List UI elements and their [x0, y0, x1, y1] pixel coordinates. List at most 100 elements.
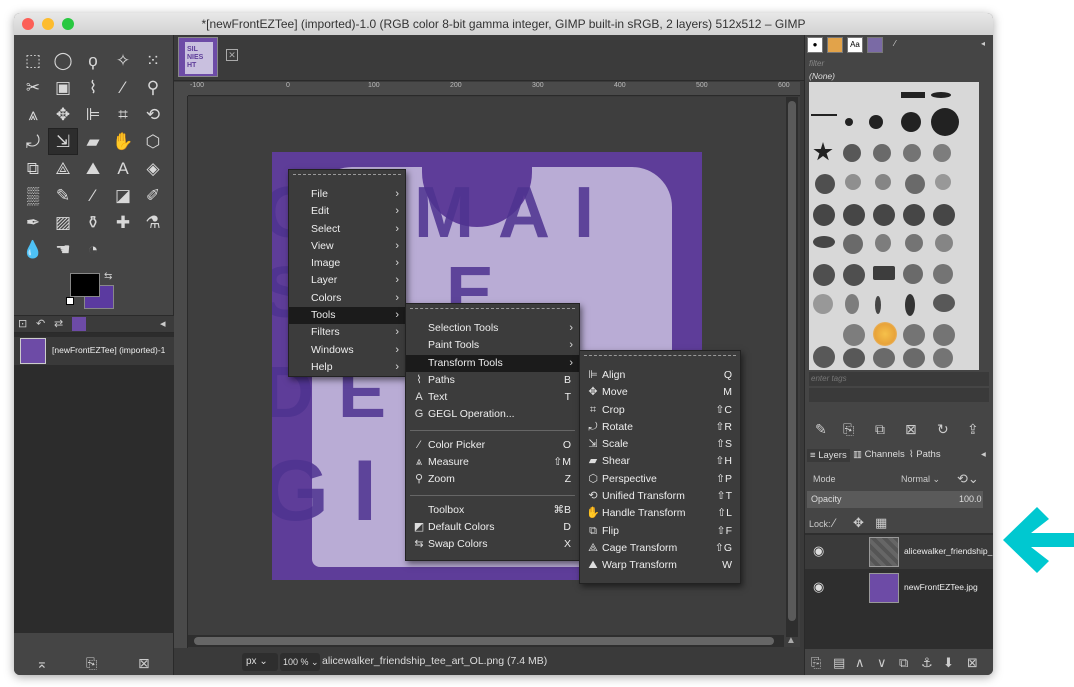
merge-layer-icon[interactable]: ⬇: [943, 655, 954, 671]
perspective-clone-tool-icon[interactable]: ⚗: [138, 209, 168, 236]
blur-tool-icon[interactable]: 💧: [18, 236, 48, 263]
menu-item-image[interactable]: Image ›: [289, 255, 405, 272]
mode-reset-icon[interactable]: ⟲⌄: [957, 471, 979, 487]
menu-item-crop[interactable]: ⌗ Crop ⇧C: [580, 402, 740, 419]
tear-off-line[interactable]: [584, 355, 736, 361]
image-tab[interactable]: SIL NIES HT: [178, 37, 218, 77]
menu-item-gegl-operation[interactable]: G GEGL Operation...: [406, 406, 579, 423]
layer-row[interactable]: ◉ alicewalker_friendship_: [805, 535, 993, 569]
vertical-scrollbar[interactable]: [786, 97, 798, 637]
delete-icon[interactable]: ⊠: [138, 655, 150, 672]
brush-spacing-field[interactable]: [809, 388, 989, 402]
clone-tool-icon[interactable]: ⚱: [78, 209, 108, 236]
menu-item-handle-transform[interactable]: ✋ Handle Transform ⇧L: [580, 505, 740, 522]
menu-item-toolbox[interactable]: Toolbox ⌘B: [406, 502, 579, 519]
menu-item-tools[interactable]: Tools ›: [289, 307, 405, 325]
menu-item-cage-transform[interactable]: ⟁ Cage Transform ⇧G: [580, 540, 740, 557]
scale-tool-icon[interactable]: ⇲: [48, 128, 78, 155]
menu-item-zoom[interactable]: ⚲ Zoom Z: [406, 471, 579, 488]
new-display-icon[interactable]: ⎘: [86, 655, 97, 672]
menu-item-scale[interactable]: ⇲ Scale ⇧S: [580, 436, 740, 453]
lock-pixels-icon[interactable]: ⁄: [833, 516, 835, 530]
refresh-brushes-icon[interactable]: ↻: [937, 421, 949, 438]
layer-row[interactable]: ◉ newFrontEZTee.jpg: [805, 571, 993, 605]
foreground-color-swatch[interactable]: [70, 273, 100, 297]
paintbrush-tool-icon[interactable]: ⁄: [78, 182, 108, 209]
smudge-tool-icon[interactable]: ☚: [48, 236, 78, 263]
zoom-tool-icon[interactable]: ⚲: [138, 74, 168, 101]
menu-item-view[interactable]: View ›: [289, 238, 405, 255]
lock-alpha-icon[interactable]: ▦: [875, 515, 887, 531]
menu-item-align[interactable]: ⊫ Align Q: [580, 367, 740, 384]
horizontal-ruler[interactable]: -100 0 100 200 300 400 500 600: [188, 82, 800, 96]
menu-item-rotate[interactable]: ⤾ Rotate ⇧R: [580, 419, 740, 436]
tab-channels[interactable]: ▥ Channels: [853, 449, 905, 460]
tab-paths[interactable]: ⌇ Paths: [909, 449, 941, 460]
shear-tool-icon[interactable]: ▰: [78, 128, 108, 155]
unified-transform-tool-icon[interactable]: ⟲: [138, 101, 168, 128]
color-picker-tool-icon[interactable]: ⁄: [108, 74, 138, 101]
menu-item-selection-tools[interactable]: Selection Tools ›: [406, 320, 579, 337]
color-swatches[interactable]: ⇆: [66, 271, 118, 313]
navigate-icon[interactable]: ▲: [786, 635, 798, 647]
visibility-eye-icon[interactable]: ◉: [813, 579, 824, 595]
text-tool-icon[interactable]: A: [108, 155, 138, 182]
layers-panel-menu-icon[interactable]: ◂: [981, 449, 986, 460]
cage-tool-icon[interactable]: ⟁: [48, 155, 78, 182]
default-colors-icon[interactable]: [66, 297, 74, 305]
patterns-tab-icon[interactable]: [827, 37, 843, 53]
lower-layer-icon[interactable]: ∨: [877, 655, 887, 671]
menu-item-colors[interactable]: Colors ›: [289, 290, 405, 307]
perspective-tool-icon[interactable]: ⬡: [138, 128, 168, 155]
menu-item-text[interactable]: A Text T: [406, 389, 579, 406]
new-layer-group-icon[interactable]: ▤: [833, 655, 845, 671]
raise-view-icon[interactable]: ⌅: [36, 655, 48, 672]
menu-item-color-picker[interactable]: ⁄ Color Picker O: [406, 437, 579, 454]
horizontal-scrollbar[interactable]: [188, 635, 784, 647]
tab-layers[interactable]: ≡ Layers: [807, 449, 850, 462]
close-image-tab-icon[interactable]: ✕: [226, 49, 238, 61]
menu-item-layer[interactable]: Layer ›: [289, 272, 405, 289]
menu-item-measure[interactable]: ⩓ Measure ⇧M: [406, 454, 579, 471]
airbrush-tool-icon[interactable]: ✐: [138, 182, 168, 209]
swap-colors-icon[interactable]: ⇆: [104, 271, 112, 282]
free-select-tool-icon[interactable]: ϙ: [78, 47, 108, 74]
raise-layer-icon[interactable]: ∧: [855, 655, 865, 671]
undo-history-tab-icon[interactable]: ↶: [36, 317, 45, 330]
paint-dynamics-tab-icon[interactable]: ⁄: [887, 37, 903, 53]
heal-tool-icon[interactable]: ✚: [108, 209, 138, 236]
crop-tool-icon[interactable]: ⌗: [108, 101, 138, 128]
delete-brush-icon[interactable]: ⊠: [905, 421, 917, 438]
vertical-ruler[interactable]: [174, 96, 188, 648]
scissors-tool-icon[interactable]: ✂: [18, 74, 48, 101]
lock-position-icon[interactable]: ✥: [853, 515, 864, 531]
measure-tool-icon[interactable]: ⩓: [18, 101, 48, 128]
eraser-tool-icon[interactable]: ◪: [108, 182, 138, 209]
gradient-tool-icon[interactable]: ▒: [18, 182, 48, 209]
foreground-select-tool-icon[interactable]: ▣: [48, 74, 78, 101]
menu-item-file[interactable]: File ›: [289, 186, 405, 203]
fuzzy-select-tool-icon[interactable]: ✧: [108, 47, 138, 74]
menu-item-shear[interactable]: ▰ Shear ⇧H: [580, 453, 740, 470]
paths-tool-icon[interactable]: ⌇: [78, 74, 108, 101]
dock-menu-icon[interactable]: ◂: [975, 37, 991, 53]
bucket-fill-tool-icon[interactable]: ◈: [138, 155, 168, 182]
zoom-select[interactable]: 100 % ⌄: [280, 653, 320, 671]
visibility-eye-icon[interactable]: ◉: [813, 543, 824, 559]
duplicate-layer-icon[interactable]: ⧉: [899, 655, 908, 671]
pencil-tool-icon[interactable]: ✎: [48, 182, 78, 209]
warp-tool-icon[interactable]: ⛰: [78, 155, 108, 182]
zoom-window-button[interactable]: [62, 18, 74, 30]
fonts-tab-icon[interactable]: Aa: [847, 37, 863, 53]
tear-off-line[interactable]: [293, 174, 401, 180]
rotate-tool-icon[interactable]: ⤾: [18, 128, 48, 155]
device-status-tab-icon[interactable]: ⊡: [18, 317, 27, 330]
minimize-window-button[interactable]: [42, 18, 54, 30]
menu-item-paint-tools[interactable]: Paint Tools ›: [406, 337, 579, 354]
align-tool-icon[interactable]: ⊫: [78, 101, 108, 128]
brushes-grid[interactable]: [809, 82, 979, 370]
menu-item-paths[interactable]: ⌇ Paths B: [406, 372, 579, 389]
panel-menu-icon[interactable]: ◂: [160, 317, 166, 330]
unit-select[interactable]: px ⌄: [242, 653, 278, 671]
menu-item-select[interactable]: Select ›: [289, 221, 405, 238]
